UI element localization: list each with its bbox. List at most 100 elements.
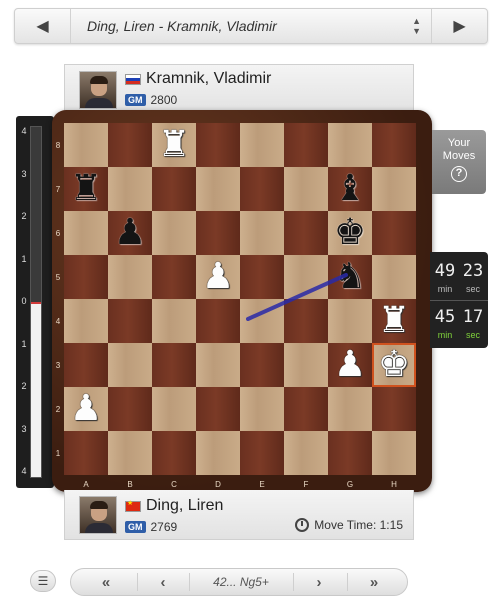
square-c5[interactable] xyxy=(152,255,196,299)
square-a1[interactable] xyxy=(64,431,108,475)
square-h7[interactable] xyxy=(372,167,416,211)
square-a8[interactable] xyxy=(64,123,108,167)
square-c8[interactable]: ♜ xyxy=(152,123,196,167)
square-a5[interactable] xyxy=(64,255,108,299)
square-g2[interactable] xyxy=(328,387,372,431)
rank-label: 3 xyxy=(55,361,61,370)
square-d4[interactable] xyxy=(196,299,240,343)
square-e7[interactable] xyxy=(240,167,284,211)
square-g4[interactable] xyxy=(328,299,372,343)
square-d8[interactable] xyxy=(196,123,240,167)
square-c2[interactable] xyxy=(152,387,196,431)
square-f1[interactable] xyxy=(284,431,328,475)
square-e1[interactable] xyxy=(240,431,284,475)
black-rook-icon[interactable]: ♜ xyxy=(70,171,102,207)
bottom-player-panel: Ding, Liren GM 2769 Move Time: 1:15 xyxy=(64,490,414,540)
square-b5[interactable] xyxy=(108,255,152,299)
square-h2[interactable] xyxy=(372,387,416,431)
white-pawn-icon[interactable]: ♟ xyxy=(202,259,234,295)
square-f5[interactable] xyxy=(284,255,328,299)
white-rook-icon[interactable]: ♜ xyxy=(378,303,410,339)
current-move: 42... Ng5+ xyxy=(213,575,269,589)
last-move-button[interactable]: » xyxy=(349,569,399,595)
square-c3[interactable] xyxy=(152,343,196,387)
square-h5[interactable] xyxy=(372,255,416,299)
first-move-button[interactable]: « xyxy=(81,569,131,595)
square-g7[interactable]: ♝ xyxy=(328,167,372,211)
square-d2[interactable] xyxy=(196,387,240,431)
evaluation-fill xyxy=(31,302,41,477)
square-f4[interactable] xyxy=(284,299,328,343)
square-b2[interactable] xyxy=(108,387,152,431)
black-knight-icon[interactable]: ♞ xyxy=(334,259,366,295)
hamburger-icon: ☰ xyxy=(37,574,49,588)
square-h3[interactable]: ♚ xyxy=(372,343,416,387)
square-b7[interactable] xyxy=(108,167,152,211)
next-game-button[interactable]: ▶ xyxy=(431,9,487,43)
square-b1[interactable] xyxy=(108,431,152,475)
square-b4[interactable] xyxy=(108,299,152,343)
updown-arrows-icon[interactable]: ▲ ▼ xyxy=(412,16,421,36)
china-flag-icon xyxy=(125,499,141,512)
square-c4[interactable] xyxy=(152,299,196,343)
black-king-icon[interactable]: ♚ xyxy=(334,215,366,251)
square-e4[interactable] xyxy=(240,299,284,343)
square-a6[interactable] xyxy=(64,211,108,255)
player-avatar xyxy=(79,71,117,109)
square-c1[interactable] xyxy=(152,431,196,475)
square-f7[interactable] xyxy=(284,167,328,211)
square-d7[interactable] xyxy=(196,167,240,211)
square-d5[interactable]: ♟ xyxy=(196,255,240,299)
square-h1[interactable] xyxy=(372,431,416,475)
square-e6[interactable] xyxy=(240,211,284,255)
clock-seconds: 17 xyxy=(462,307,484,327)
previous-move-button[interactable]: ‹ xyxy=(137,569,189,595)
square-d1[interactable] xyxy=(196,431,240,475)
white-pawn-icon[interactable]: ♟ xyxy=(70,391,102,427)
square-g3[interactable]: ♟ xyxy=(328,343,372,387)
black-pawn-icon[interactable]: ♟ xyxy=(114,215,146,251)
square-e5[interactable] xyxy=(240,255,284,299)
square-f3[interactable] xyxy=(284,343,328,387)
square-c6[interactable] xyxy=(152,211,196,255)
square-d6[interactable] xyxy=(196,211,240,255)
previous-game-button[interactable]: ◀ xyxy=(15,9,71,43)
square-f6[interactable] xyxy=(284,211,328,255)
chess-board[interactable]: ♜ ♜ ♝ ♟ ♚ ♟ ♞ ♜ ♟ ♚ ♟ xyxy=(64,123,416,475)
square-f2[interactable] xyxy=(284,387,328,431)
black-bishop-icon[interactable]: ♝ xyxy=(334,171,366,207)
opponent-clock: 49 23 min sec xyxy=(430,256,488,300)
double-chevron-left-icon: « xyxy=(101,573,111,591)
file-label: G xyxy=(346,480,354,489)
square-e2[interactable] xyxy=(240,387,284,431)
square-e8[interactable] xyxy=(240,123,284,167)
white-rook-icon[interactable]: ♜ xyxy=(158,127,190,163)
game-title[interactable]: Ding, Liren - Kramnik, Vladimir xyxy=(87,18,277,34)
game-selector[interactable]: ◀ Ding, Liren - Kramnik, Vladimir ▲ ▼ ▶ xyxy=(14,8,488,44)
file-label: A xyxy=(83,480,89,489)
square-b8[interactable] xyxy=(108,123,152,167)
square-e3[interactable] xyxy=(240,343,284,387)
white-king-icon[interactable]: ♚ xyxy=(378,347,410,383)
square-g1[interactable] xyxy=(328,431,372,475)
square-h4[interactable]: ♜ xyxy=(372,299,416,343)
square-h6[interactable] xyxy=(372,211,416,255)
eval-tick: 2 xyxy=(21,381,27,391)
square-b6[interactable]: ♟ xyxy=(108,211,152,255)
square-a7[interactable]: ♜ xyxy=(64,167,108,211)
square-d3[interactable] xyxy=(196,343,240,387)
your-moves-button[interactable]: Your Moves ? xyxy=(432,130,486,194)
square-g6[interactable]: ♚ xyxy=(328,211,372,255)
square-h8[interactable] xyxy=(372,123,416,167)
square-a4[interactable] xyxy=(64,299,108,343)
square-f8[interactable] xyxy=(284,123,328,167)
next-move-button[interactable]: › xyxy=(293,569,345,595)
square-c7[interactable] xyxy=(152,167,196,211)
white-pawn-icon[interactable]: ♟ xyxy=(334,347,366,383)
square-a3[interactable] xyxy=(64,343,108,387)
square-g5[interactable]: ♞ xyxy=(328,255,372,299)
square-a2[interactable]: ♟ xyxy=(64,387,108,431)
menu-button[interactable]: ☰ xyxy=(30,570,56,592)
square-b3[interactable] xyxy=(108,343,152,387)
square-g8[interactable] xyxy=(328,123,372,167)
